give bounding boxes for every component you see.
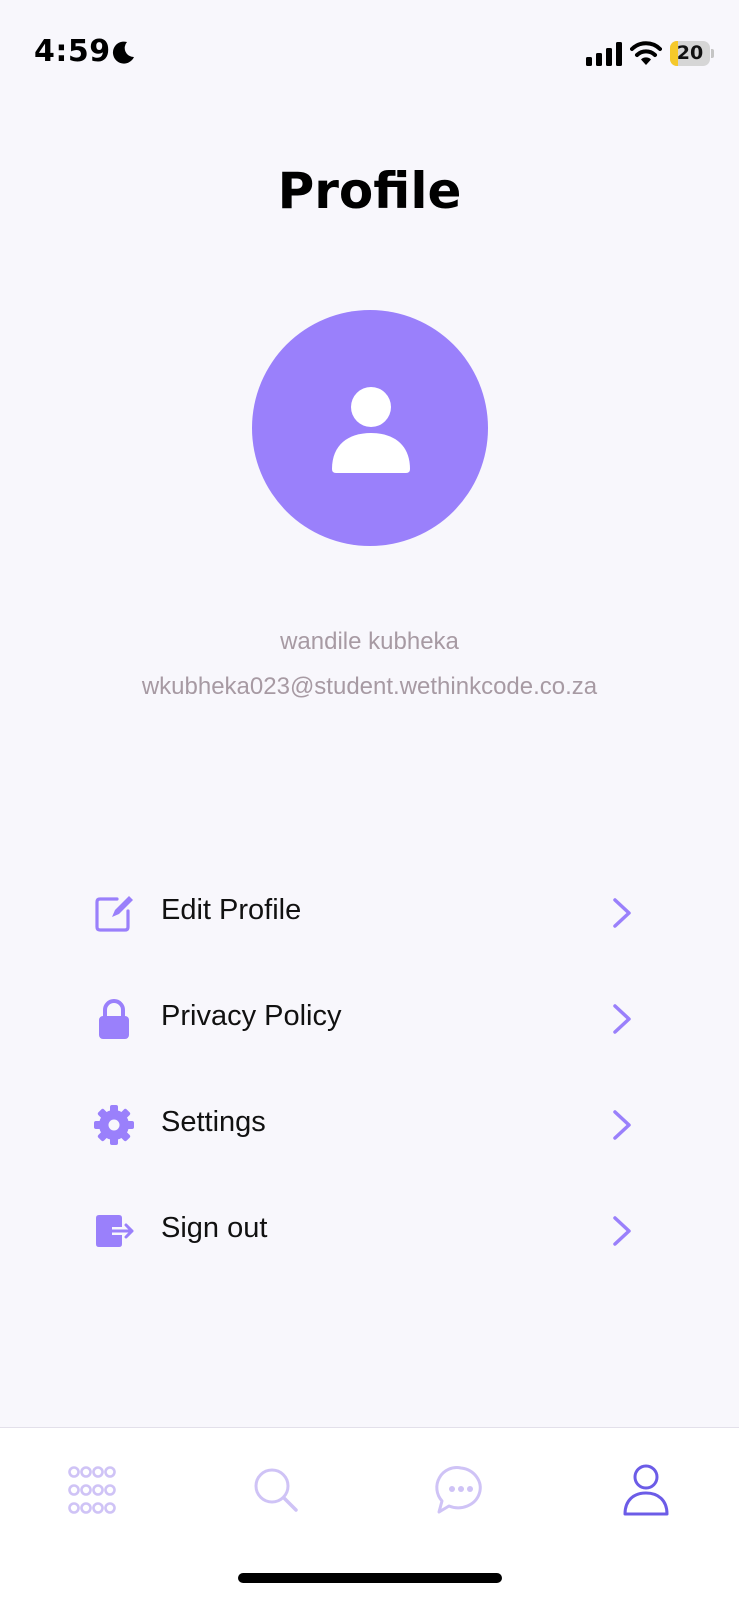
menu-item-edit-profile[interactable]: Edit Profile	[92, 870, 642, 954]
tab-profile[interactable]	[616, 1462, 676, 1518]
user-email: wkubheka023@student.wethinkcode.co.za	[141, 673, 598, 700]
menu-item-label: Privacy Policy	[161, 1000, 342, 1032]
grid-icon	[68, 1466, 116, 1514]
menu-item-label: Edit Profile	[161, 894, 302, 926]
chevron-right-icon	[613, 898, 631, 928]
sign-out-icon	[96, 1215, 134, 1247]
moon-icon	[112, 41, 134, 64]
battery-indicator: 20	[670, 41, 714, 66]
status-bar: 4:59 20	[0, 0, 739, 100]
chat-icon	[435, 1466, 482, 1514]
status-time: 4:59	[34, 34, 111, 69]
avatar[interactable]	[252, 310, 488, 546]
menu-item-sign-out[interactable]: Sign out	[92, 1188, 642, 1272]
menu-item-label: Settings	[161, 1106, 266, 1138]
battery-level: 20	[676, 42, 704, 64]
menu-item-settings[interactable]: Settings	[92, 1082, 642, 1166]
user-name: wandile kubheka	[280, 628, 459, 655]
chevron-right-icon	[613, 1216, 631, 1246]
user-silhouette-icon	[332, 387, 410, 473]
chevron-right-icon	[613, 1004, 631, 1034]
profile-icon	[623, 1464, 669, 1516]
tab-search[interactable]	[246, 1462, 306, 1518]
signal-icon	[586, 42, 622, 66]
gear-icon	[94, 1105, 134, 1145]
page-title: Profile	[277, 162, 462, 220]
wifi-icon	[630, 41, 662, 65]
menu-item-privacy-policy[interactable]: Privacy Policy	[92, 976, 642, 1060]
lock-icon	[99, 999, 129, 1039]
chevron-right-icon	[613, 1110, 631, 1140]
tab-home[interactable]	[62, 1462, 122, 1518]
menu-item-label: Sign out	[161, 1212, 268, 1244]
search-icon	[254, 1468, 298, 1512]
tab-messages[interactable]	[431, 1462, 491, 1518]
home-indicator	[238, 1573, 502, 1583]
edit-icon	[95, 896, 133, 932]
